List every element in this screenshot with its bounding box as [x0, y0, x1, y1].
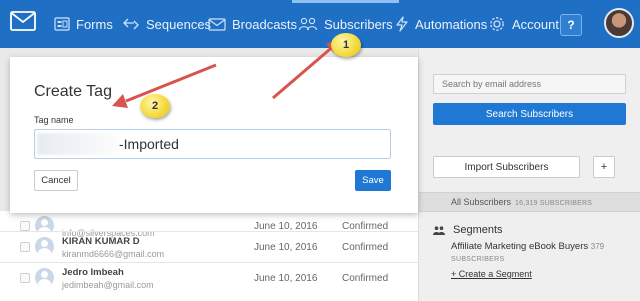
subscriber-list: info@silverspaces.com June 10, 2016 Conf… — [0, 210, 418, 301]
all-subscribers-count: 16,319 SUBSCRIBERS — [515, 200, 593, 207]
table-row[interactable]: Jedro Imbeah jedimbeah@gmail.com June 10… — [0, 262, 418, 293]
import-subscribers-button[interactable]: Import Subscribers — [433, 156, 580, 178]
subscriber-email: kiranmd6666@gmail.com — [62, 249, 165, 259]
subscribers-sidebar: Search Subscribers Import Subscribers + … — [418, 48, 640, 301]
user-avatar-icon — [35, 237, 54, 256]
automations-icon — [396, 16, 408, 32]
subscribers-icon — [298, 17, 318, 31]
user-avatar[interactable] — [604, 8, 634, 38]
broadcasts-icon — [208, 18, 226, 31]
row-checkbox[interactable] — [20, 242, 30, 252]
step-badge-1: 1 — [331, 33, 361, 57]
all-subscribers-label: All Subscribers — [451, 197, 512, 207]
nav-label: Subscribers — [324, 16, 393, 32]
row-checkbox[interactable] — [20, 221, 30, 231]
cancel-button[interactable]: Cancel — [34, 170, 78, 191]
group-icon — [433, 225, 445, 235]
user-avatar-icon — [35, 268, 54, 287]
save-button[interactable]: Save — [355, 170, 391, 191]
create-tag-modal: Create Tag Tag name -Imported Cancel Sav… — [10, 57, 418, 213]
forms-icon — [54, 17, 70, 31]
nav-label: Account — [512, 16, 559, 32]
nav-item-forms[interactable]: Forms — [54, 0, 113, 48]
top-navigation-bar: Forms Sequences Broadcasts Subscribers A… — [0, 0, 640, 48]
nav-label: Sequences — [146, 16, 212, 32]
segment-item[interactable]: Affiliate Marketing eBook Buyers 379 — [451, 241, 631, 252]
all-subscribers-item[interactable]: All Subscribers 16,319 SUBSCRIBERS — [419, 192, 640, 212]
subscriber-name: Jedro Imbeah — [62, 267, 124, 278]
search-subscribers-button[interactable]: Search Subscribers — [433, 103, 626, 125]
modal-title: Create Tag — [34, 83, 112, 100]
blurred-text — [37, 133, 119, 155]
search-email-input[interactable] — [433, 74, 626, 94]
table-row[interactable]: KIRAN KUMAR D kiranmd6666@gmail.com June… — [0, 231, 418, 262]
status-text: Confirmed — [342, 273, 389, 284]
subscriber-name: KIRAN KUMAR D — [62, 236, 140, 247]
subscribed-date: June 10, 2016 — [254, 242, 318, 253]
create-segment-link[interactable]: + Create a Segment — [451, 269, 532, 279]
nav-item-account[interactable]: Account — [488, 0, 559, 48]
row-checkbox[interactable] — [20, 273, 30, 283]
segments-heading: Segments — [433, 224, 503, 236]
help-button[interactable]: ? — [560, 14, 582, 36]
tag-name-input[interactable]: -Imported — [34, 129, 391, 159]
nav-label: Broadcasts — [232, 16, 298, 32]
tag-name-label: Tag name — [34, 115, 74, 125]
mail-logo-icon[interactable] — [10, 11, 36, 31]
nav-label: Automations — [415, 16, 488, 32]
subscribed-date: June 10, 2016 — [254, 273, 318, 284]
segment-unit: SUBSCRIBERS — [451, 256, 505, 263]
segment-count: 379 — [590, 242, 605, 251]
nav-item-broadcasts[interactable]: Broadcasts — [208, 0, 297, 48]
segments-title: Segments — [453, 224, 503, 236]
nav-label: Forms — [76, 16, 113, 32]
subscriber-email: jedimbeah@gmail.com — [62, 280, 154, 290]
segment-name: Affiliate Marketing eBook Buyers — [451, 241, 589, 252]
sequences-icon — [123, 18, 139, 30]
tag-name-value: -Imported — [119, 136, 179, 152]
add-subscriber-button[interactable]: + — [593, 156, 615, 178]
gear-icon — [490, 17, 504, 31]
status-text: Confirmed — [342, 242, 389, 253]
nav-item-automations[interactable]: Automations — [395, 0, 487, 48]
nav-item-sequences[interactable]: Sequences — [122, 0, 211, 48]
step-badge-2: 2 — [140, 94, 170, 118]
